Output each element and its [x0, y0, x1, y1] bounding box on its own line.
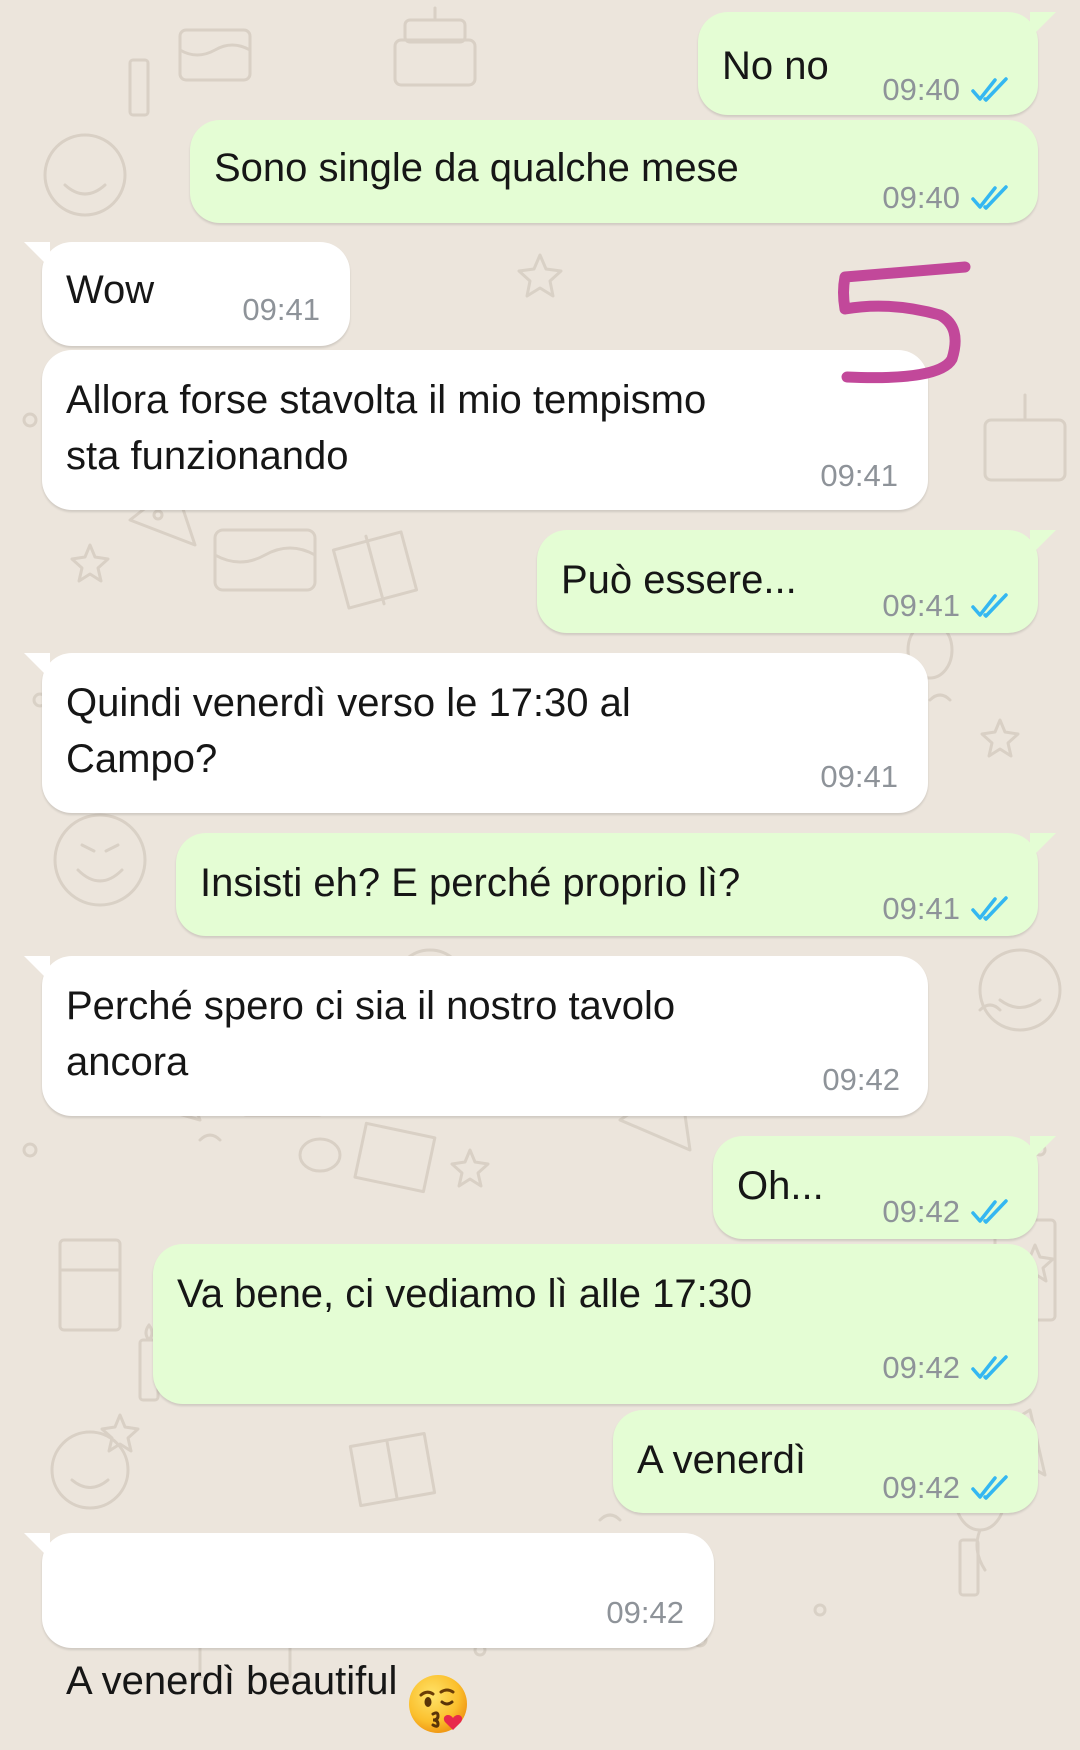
message-outgoing[interactable]: Oh... 09:42 [713, 1136, 1056, 1239]
message-time: 09:41 [820, 458, 898, 493]
double-check-icon [970, 1355, 1012, 1381]
message-incoming[interactable]: Allora forse stavolta il mio tempismo st… [42, 350, 928, 510]
bubble-tail [1030, 833, 1056, 859]
smiley-doodle [43, 133, 127, 217]
message-incoming[interactable]: A venerdì beautiful 09:42 [24, 1533, 714, 1733]
message-time: 09:40 [882, 180, 960, 215]
message-outgoing[interactable]: Insisti eh? E perché proprio lì? 09:41 [176, 833, 1056, 936]
message-meta: 09:42 [606, 1593, 684, 1633]
double-check-icon [970, 77, 1012, 103]
cake-doodle [393, 6, 477, 87]
face-blowing-a-kiss-emoji [407, 1617, 469, 1750]
message-meta: 09:42 [822, 1060, 900, 1100]
message-meta: 09:41 [820, 456, 898, 496]
smiley-doodle [50, 1430, 130, 1510]
message-text: A venerdì [637, 1438, 807, 1482]
bubble-tail [24, 1533, 50, 1559]
message-text: Oh... [737, 1164, 824, 1208]
bubble-tail [1030, 1136, 1056, 1162]
message-time: 09:40 [882, 72, 960, 107]
star-doodle [100, 1413, 140, 1453]
message-meta: 09:40 [882, 178, 1012, 218]
bubble-tail [1030, 530, 1056, 556]
double-check-icon [970, 896, 1012, 922]
double-check-icon [970, 185, 1012, 211]
message-outgoing[interactable]: A venerdì 09:42 [613, 1410, 1038, 1513]
star-doodle [70, 543, 110, 583]
message-meta: 09:42 [882, 1468, 1012, 1508]
gift-doodle [58, 1238, 122, 1332]
message-time: 09:41 [242, 292, 320, 327]
message-time: 09:42 [606, 1595, 684, 1630]
candle-doodle [958, 1538, 980, 1597]
star-doodle [980, 718, 1020, 758]
message-outgoing[interactable]: Può essere... 09:41 [537, 530, 1056, 633]
message-text: Allora forse stavolta il mio tempismo st… [66, 378, 707, 478]
message-time: 09:41 [820, 759, 898, 794]
message-meta: 09:41 [820, 757, 898, 797]
message-time: 09:41 [882, 588, 960, 623]
message-meta: 09:40 [882, 70, 1012, 110]
bubble-tail [24, 242, 50, 268]
gift-doodle [348, 1432, 437, 1508]
handwritten-annotation-5 [838, 261, 971, 384]
bubble-tail [1030, 12, 1056, 38]
message-time: 09:42 [882, 1470, 960, 1505]
star-doodle [517, 253, 563, 298]
cake-doodle [983, 393, 1067, 482]
message-text: Sono single da qualche mese [214, 146, 739, 190]
message-outgoing[interactable]: No no 09:40 [698, 12, 1056, 115]
double-check-icon [970, 1199, 1012, 1225]
star-doodle [450, 1148, 490, 1188]
message-text-content: A venerdì beautiful [66, 1659, 398, 1704]
message-text: A venerdì beautiful [66, 1561, 469, 1750]
cake-doodle [178, 28, 252, 82]
message-text: Perché spero ci sia il nostro tavolo anc… [66, 984, 676, 1084]
candle-doodle [128, 58, 150, 117]
gift-doodle [331, 530, 419, 610]
message-time: 09:41 [882, 891, 960, 926]
message-time: 09:42 [882, 1194, 960, 1229]
message-text: Quindi venerdì verso le 17:30 al Campo? [66, 681, 631, 781]
message-text: Va bene, ci vediamo lì alle 17:30 [177, 1272, 753, 1316]
bubble-tail [24, 956, 50, 982]
message-meta: 09:41 [242, 290, 320, 330]
bubble-tail [24, 653, 50, 679]
message-meta: 09:42 [882, 1348, 1012, 1388]
message-incoming[interactable]: Perché spero ci sia il nostro tavolo anc… [24, 956, 928, 1116]
message-text: Wow [66, 268, 155, 312]
message-text: No no [722, 44, 829, 88]
message-meta: 09:41 [882, 586, 1012, 626]
message-outgoing[interactable]: Sono single da qualche mese 09:40 [190, 120, 1038, 223]
message-text: Insisti eh? E perché proprio lì? [200, 861, 741, 905]
message-incoming[interactable]: Quindi venerdì verso le 17:30 al Campo? … [24, 653, 928, 813]
balloon-doodle [298, 1137, 342, 1173]
cake-doodle [213, 528, 317, 592]
message-text: Può essere... [561, 558, 797, 602]
gift-doodle [353, 1121, 437, 1194]
double-check-icon [970, 1475, 1012, 1501]
message-meta: 09:41 [882, 889, 1012, 929]
smiley-doodle [53, 813, 147, 907]
smiley-doodle [978, 948, 1062, 1032]
message-incoming[interactable]: Wow 09:41 [24, 242, 350, 346]
message-time: 09:42 [822, 1062, 900, 1097]
message-meta: 09:42 [882, 1192, 1012, 1232]
double-check-icon [970, 593, 1012, 619]
message-time: 09:42 [882, 1350, 960, 1385]
message-outgoing[interactable]: Va bene, ci vediamo lì alle 17:30 09:42 [153, 1244, 1038, 1404]
